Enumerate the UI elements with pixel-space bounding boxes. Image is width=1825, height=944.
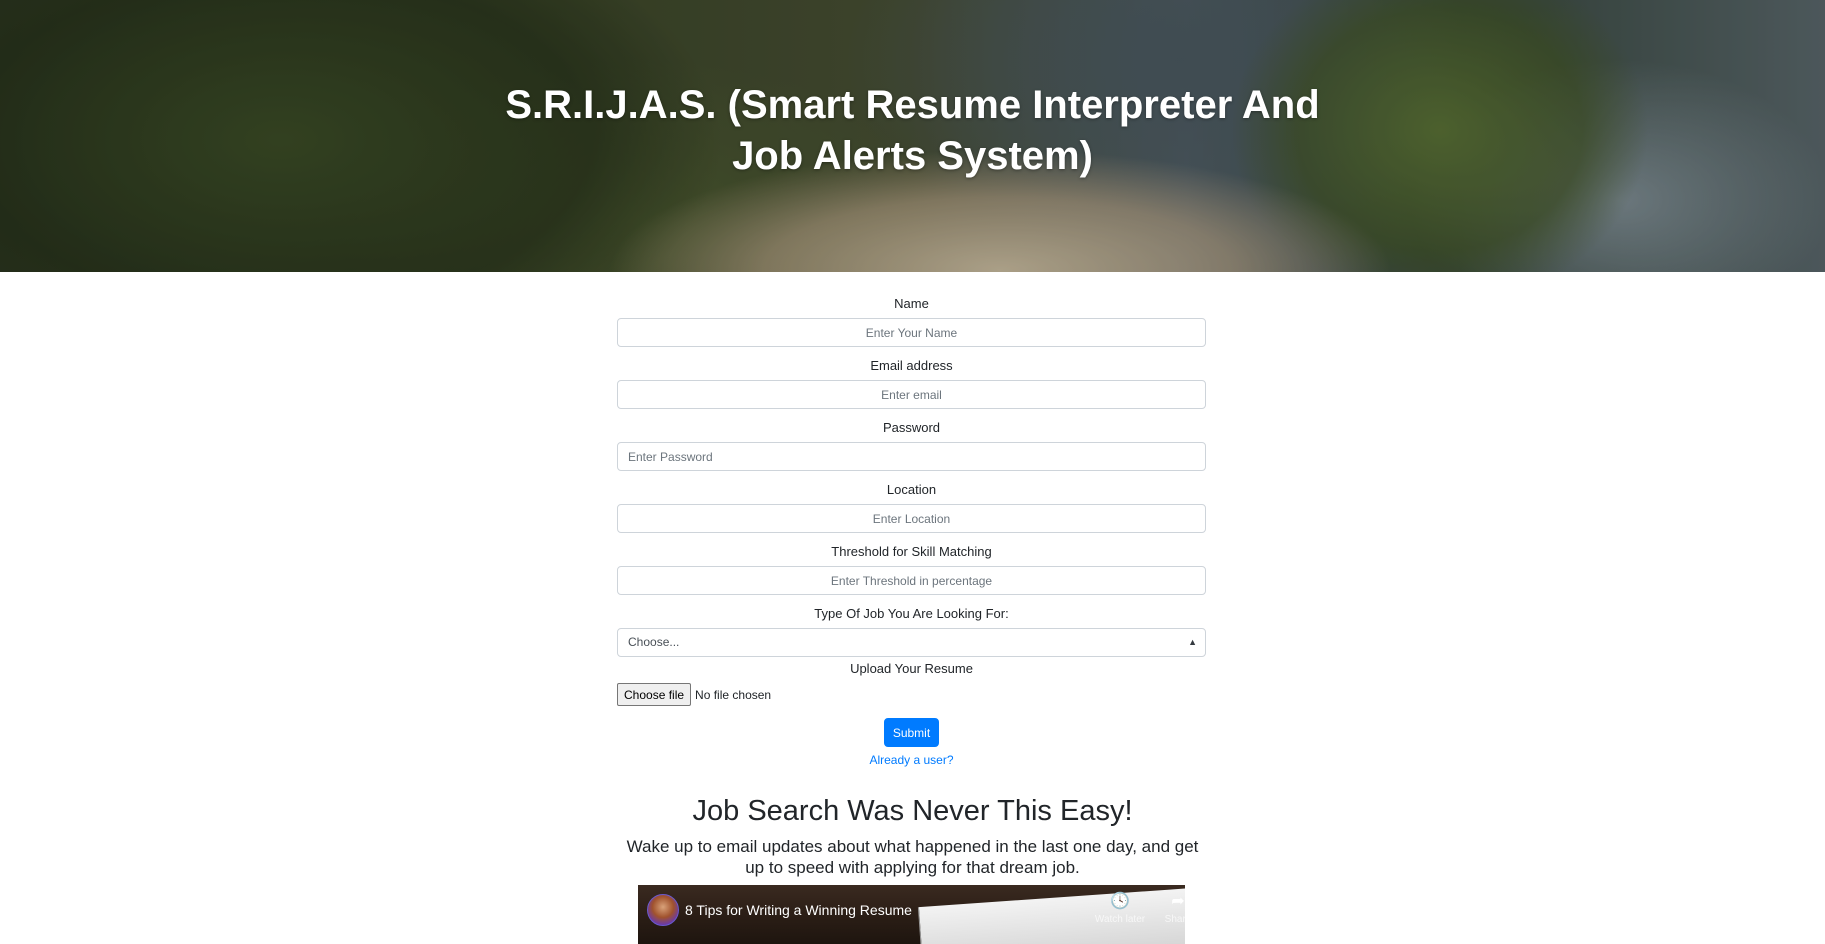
name-label: Name bbox=[894, 296, 929, 311]
name-field-group: Name bbox=[617, 296, 1206, 347]
email-input[interactable] bbox=[617, 380, 1206, 409]
location-field-group: Location bbox=[617, 482, 1206, 533]
location-label: Location bbox=[886, 482, 937, 497]
file-status-text: No file chosen bbox=[695, 687, 772, 702]
video-embed[interactable]: 8 Tips for Writing a Winning Resume 🕓 Wa… bbox=[638, 885, 1185, 944]
job-type-selected-value: Choose... bbox=[628, 635, 680, 649]
name-input[interactable] bbox=[617, 318, 1206, 347]
job-type-field-group: Type Of Job You Are Looking For: Choose.… bbox=[617, 606, 1206, 657]
password-input[interactable] bbox=[617, 442, 1206, 471]
share-label: Share bbox=[1164, 914, 1185, 925]
threshold-field-group: Threshold for Skill Matching bbox=[617, 544, 1206, 595]
location-input[interactable] bbox=[617, 504, 1206, 533]
watch-later-button[interactable]: 🕓 Watch later bbox=[1090, 893, 1150, 925]
video-title[interactable]: 8 Tips for Writing a Winning Resume bbox=[685, 901, 912, 919]
email-label: Email address bbox=[870, 358, 953, 373]
hero-banner: S.R.I.J.A.S. (Smart Resume Interpreter A… bbox=[0, 0, 1825, 272]
resume-label: Upload Your Resume bbox=[850, 661, 973, 676]
submit-row: Submit bbox=[617, 718, 1206, 747]
page-title: S.R.I.J.A.S. (Smart Resume Interpreter A… bbox=[505, 83, 1320, 178]
promo-heading: Job Search Was Never This Easy! bbox=[692, 795, 1133, 827]
already-user-link[interactable]: Already a user? bbox=[617, 753, 1206, 767]
job-type-label: Type Of Job You Are Looking For: bbox=[814, 606, 1009, 621]
submit-button[interactable]: Submit bbox=[883, 718, 940, 747]
watch-later-label: Watch later bbox=[1094, 914, 1146, 925]
share-icon: ➦ bbox=[1171, 893, 1185, 910]
threshold-label: Threshold for Skill Matching bbox=[831, 544, 992, 559]
clock-icon: 🕓 bbox=[1110, 893, 1130, 910]
signup-form: Name Email address Password Location Thr… bbox=[617, 296, 1206, 767]
password-label: Password bbox=[882, 420, 941, 435]
password-field-group: Password bbox=[617, 420, 1206, 471]
promo-section: Job Search Was Never This Easy! Wake up … bbox=[0, 793, 1825, 878]
job-type-select[interactable]: Choose... ▲ bbox=[617, 628, 1206, 657]
resume-file-input: Choose file No file chosen bbox=[617, 683, 1206, 706]
email-field-group: Email address bbox=[617, 358, 1206, 409]
select-arrows-icon: ▲ bbox=[1188, 637, 1197, 647]
share-button[interactable]: ➦ Share bbox=[1148, 893, 1185, 925]
resume-field-group: Upload Your Resume Choose file No file c… bbox=[617, 661, 1206, 706]
threshold-input[interactable] bbox=[617, 566, 1206, 595]
promo-text: Wake up to email updates about what happ… bbox=[626, 837, 1199, 877]
choose-file-button[interactable]: Choose file bbox=[617, 683, 692, 706]
channel-avatar[interactable] bbox=[647, 894, 679, 926]
